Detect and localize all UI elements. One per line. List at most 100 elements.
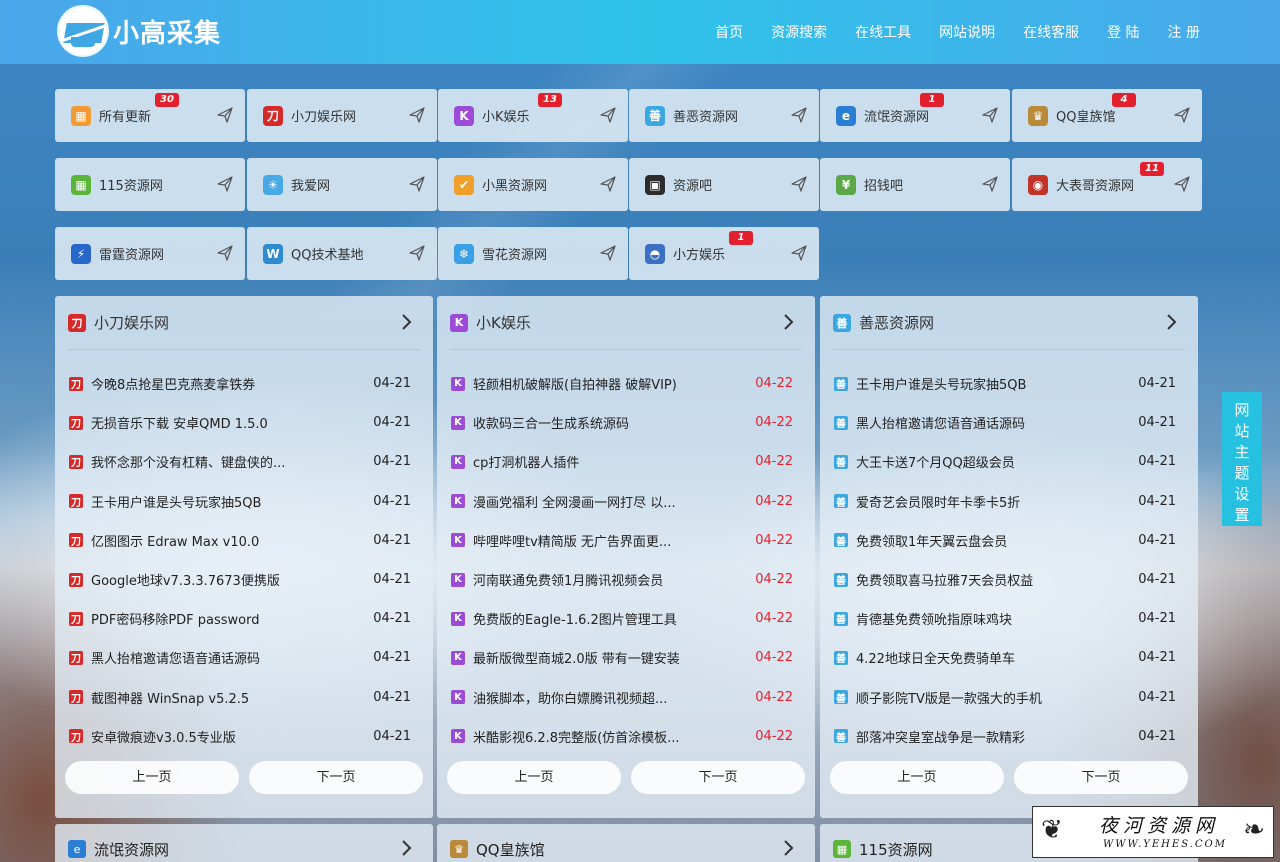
prev-page-button[interactable]: 上一页 xyxy=(65,761,239,794)
theme-settings-tab[interactable]: 网 站 主 题 设 置 xyxy=(1222,392,1262,526)
send-icon[interactable] xyxy=(409,245,425,261)
send-icon[interactable] xyxy=(217,176,233,192)
item-date: 04-22 xyxy=(755,415,793,431)
site-tile[interactable]: ☀ 我爱网 xyxy=(247,158,437,211)
panel-header: K 小K娱乐 xyxy=(450,296,802,350)
send-icon[interactable] xyxy=(791,176,807,192)
list-item[interactable]: 刀黑人抬棺邀请您语音通话源码 04-21 xyxy=(69,638,411,677)
list-item[interactable]: 善免费领取喜马拉雅7天会员权益 04-21 xyxy=(834,560,1176,599)
nav-online-support[interactable]: 在线客服 xyxy=(1023,22,1079,42)
send-icon[interactable] xyxy=(217,245,233,261)
site-tile[interactable]: ▦ 115资源网 xyxy=(55,158,245,211)
list-item[interactable]: 善大王卡送7个月QQ超级会员 04-21 xyxy=(834,442,1176,481)
send-icon[interactable] xyxy=(791,245,807,261)
item-title: 无损音乐下载 安卓QMD 1.5.0 xyxy=(91,417,268,433)
chevron-right-icon[interactable] xyxy=(396,312,416,332)
nav-site-info[interactable]: 网站说明 xyxy=(939,22,995,42)
send-icon[interactable] xyxy=(217,107,233,123)
list-item[interactable]: 刀我怀念那个没有杠精、键盘侠的... 04-21 xyxy=(69,442,411,481)
watermark-en: WWW.YEHES.COM xyxy=(1103,839,1227,850)
chevron-right-icon[interactable] xyxy=(1161,312,1181,332)
list-item[interactable]: Kcp打洞机器人插件 04-22 xyxy=(451,442,793,481)
chevron-right-icon[interactable] xyxy=(778,838,798,862)
next-page-button[interactable]: 下一页 xyxy=(1014,761,1188,794)
chevron-right-icon[interactable] xyxy=(778,312,798,332)
list-item[interactable]: K 轻颜相机破解版(自拍神器 破解VIP) 04-22 xyxy=(451,364,793,403)
list-item[interactable]: 刀王卡用户谁是头号玩家抽5QB 04-21 xyxy=(69,482,411,521)
site-tile[interactable]: K 小K娱乐 13 xyxy=(438,89,628,142)
list-item[interactable]: K 免费版的Eagle-1.6.2图片管理工具 04-22 xyxy=(451,599,793,638)
xiaodao-logo-icon: 刀 xyxy=(263,105,283,126)
site-tile[interactable]: e 流氓资源网 1 xyxy=(820,89,1010,142)
item-title: 顺子影院TV版是一款强大的手机 xyxy=(856,691,1042,707)
list-item[interactable]: 刀 PDF密码移除PDF password 04-21 xyxy=(69,599,411,638)
list-item[interactable]: K 最新版微型商城2.0版 带有一键安装 04-22 xyxy=(451,638,793,677)
nav-register[interactable]: 注 册 xyxy=(1168,22,1200,42)
send-icon[interactable] xyxy=(600,176,616,192)
list-item[interactable]: 善 4.22地球日全天免费骑单车 04-21 xyxy=(834,638,1176,677)
prev-page-button[interactable]: 上一页 xyxy=(830,761,1004,794)
site-tile[interactable]: ¥ 招钱吧 xyxy=(820,158,1010,211)
crown-logo-icon: ♛ xyxy=(1028,105,1048,126)
site-tile[interactable]: 刀小刀娱乐网 xyxy=(247,89,437,142)
site-tile-label: 流氓资源网 xyxy=(864,110,930,125)
send-icon[interactable] xyxy=(409,176,425,192)
list-item[interactable]: K 收款码三合一生成系统源码 04-22 xyxy=(451,403,793,442)
list-item[interactable]: 刀无损音乐下载 安卓QMD 1.5.0 04-21 xyxy=(69,403,411,442)
list-item[interactable]: 善免费领取1年天翼云盘会员 04-21 xyxy=(834,521,1176,560)
chevron-right-icon[interactable] xyxy=(396,838,416,862)
nav-login[interactable]: 登 陆 xyxy=(1107,22,1139,42)
site-tile[interactable]: ✔ 小黑资源网 xyxy=(438,158,628,211)
send-icon[interactable] xyxy=(982,176,998,192)
lightning-logo-icon: ⚡ xyxy=(71,243,91,264)
item-date: 04-21 xyxy=(373,493,411,509)
list-item[interactable]: 刀 Google地球v7.3.3.7673便携版 04-21 xyxy=(69,560,411,599)
site-tile[interactable]: ▦ 所有更新 30 xyxy=(55,89,245,142)
list-item[interactable]: 善部落冲突皇室战争是一款精彩 04-21 xyxy=(834,717,1176,756)
globe-logo-icon: e xyxy=(836,105,856,126)
send-icon[interactable] xyxy=(982,107,998,123)
item-title: 收款码三合一生成系统源码 xyxy=(473,417,630,433)
send-icon[interactable] xyxy=(600,107,616,123)
next-page-button[interactable]: 下一页 xyxy=(631,761,805,794)
nav-resource-search[interactable]: 资源搜索 xyxy=(771,22,827,42)
list-item[interactable]: 刀今晚8点抢星巴克燕麦拿铁券 04-21 xyxy=(69,364,411,403)
item-date: 04-21 xyxy=(1138,532,1176,548)
list-item[interactable]: K 油猴脚本，助你白嫖腾讯视频超... 04-22 xyxy=(451,678,793,717)
list-item[interactable]: 刀亿图图示 Edraw Max v10.0 04-21 xyxy=(69,521,411,560)
list-item[interactable]: 善黑人抬棺邀请您语音通话源码 04-21 xyxy=(834,403,1176,442)
site-logo[interactable]: 小高采集 xyxy=(57,5,221,57)
site-tile[interactable]: 善善恶资源网 xyxy=(629,89,819,142)
site-tile[interactable]: ▣ 资源吧 xyxy=(629,158,819,211)
send-icon[interactable] xyxy=(409,107,425,123)
item-title: PDF密码移除PDF password xyxy=(91,613,260,629)
nav-online-tools[interactable]: 在线工具 xyxy=(855,22,911,42)
site-tile[interactable]: ◉ 大表哥资源网 11 xyxy=(1012,158,1202,211)
next-page-button[interactable]: 下一页 xyxy=(249,761,423,794)
send-icon[interactable] xyxy=(1174,107,1190,123)
site-tile[interactable]: ❄ 雪花资源网 xyxy=(438,227,628,280)
site-tile[interactable]: ◓ 小方娱乐 1 xyxy=(629,227,819,280)
item-title: 安卓微痕迹v3.0.5专业版 xyxy=(91,730,236,746)
site-tile[interactable]: ⚡ 雷霆资源网 xyxy=(55,227,245,280)
list-item[interactable]: K 河南联通免费领1月腾讯视频会员 04-22 xyxy=(451,560,793,599)
list-item[interactable]: 善肯德基免费领吮指原味鸡块 04-21 xyxy=(834,599,1176,638)
list-item[interactable]: K 漫画党福利 全网漫画一网打尽 以... 04-22 xyxy=(451,482,793,521)
list-item[interactable]: K 哔哩哔哩tv精简版 无广告界面更... 04-22 xyxy=(451,521,793,560)
list-item[interactable]: 善爱奇艺会员限时年卡季卡5折 04-21 xyxy=(834,482,1176,521)
theme-tab-char: 网 xyxy=(1234,401,1250,419)
list-item[interactable]: 善顺子影院TV版是一款强大的手机 04-21 xyxy=(834,678,1176,717)
send-icon[interactable] xyxy=(791,107,807,123)
k-logo-icon: K xyxy=(451,415,465,430)
send-icon[interactable] xyxy=(600,245,616,261)
send-icon[interactable] xyxy=(1174,176,1190,192)
list-item[interactable]: K 米酷影视6.2.8完整版(仿首涂模板... 04-22 xyxy=(451,717,793,756)
list-item[interactable]: 刀截图神器 WinSnap v5.2.5 04-21 xyxy=(69,678,411,717)
list-item[interactable]: 刀安卓微痕迹v3.0.5专业版 04-21 xyxy=(69,717,411,756)
item-date: 04-21 xyxy=(1138,454,1176,470)
nav-home[interactable]: 首页 xyxy=(715,22,743,42)
site-tile[interactable]: W QQ技术基地 xyxy=(247,227,437,280)
list-item[interactable]: 善王卡用户谁是头号玩家抽5QB 04-21 xyxy=(834,364,1176,403)
site-tile[interactable]: ♛ QQ皇族馆 4 xyxy=(1012,89,1202,142)
prev-page-button[interactable]: 上一页 xyxy=(447,761,621,794)
